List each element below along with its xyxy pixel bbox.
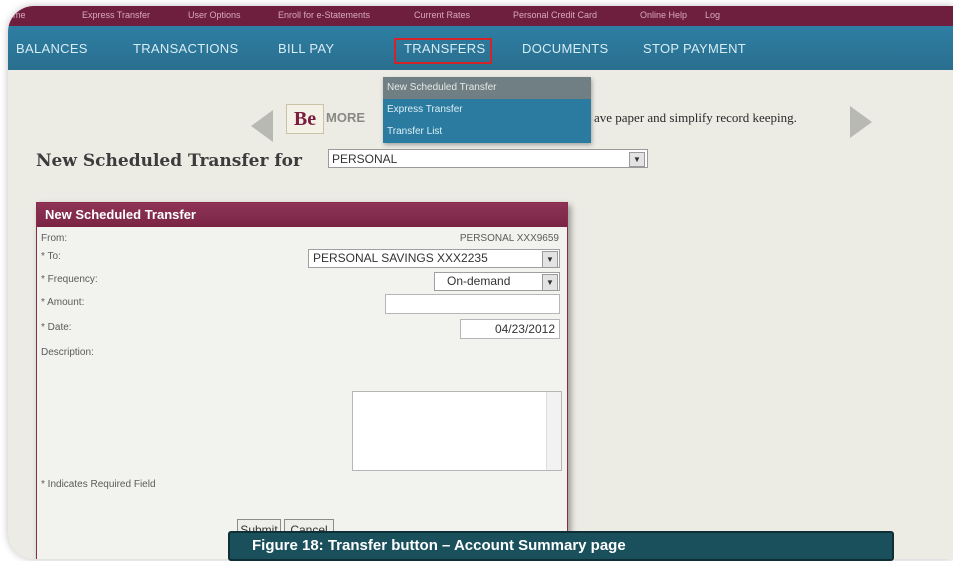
frequency-select[interactable]: On-demand ▼ — [434, 272, 560, 291]
browser-window: ome Express Transfer User Options Enroll… — [8, 6, 953, 559]
date-input[interactable]: 04/23/2012 — [460, 319, 560, 339]
chevron-down-icon[interactable]: ▼ — [542, 274, 558, 291]
frequency-label: * Frequency: — [41, 274, 98, 285]
account-select-value: PERSONAL — [332, 152, 398, 166]
description-textarea[interactable] — [352, 391, 562, 471]
from-value: PERSONAL XXX9659 — [459, 233, 559, 244]
account-select[interactable]: PERSONAL ▼ — [328, 149, 648, 168]
util-link-estatements[interactable]: Enroll for e-Statements — [278, 10, 370, 20]
main-nav: BALANCES TRANSACTIONS BILL PAY TRANSFERS… — [8, 26, 953, 70]
be-logo: Be — [286, 104, 324, 134]
tab-balances[interactable]: BALANCES — [16, 41, 88, 56]
to-account-value: PERSONAL SAVINGS XXX2235 — [313, 251, 488, 265]
utility-nav: ome Express Transfer User Options Enroll… — [8, 6, 953, 26]
util-link-user-options[interactable]: User Options — [188, 10, 241, 20]
banner-prev-arrow-icon[interactable] — [251, 110, 273, 142]
banner-next-arrow-icon[interactable] — [850, 106, 872, 138]
frequency-value: On-demand — [447, 274, 511, 288]
tab-documents[interactable]: DOCUMENTS — [522, 41, 608, 56]
menu-item-express-transfer[interactable]: Express Transfer — [383, 99, 591, 121]
util-link-online-help[interactable]: Online Help — [640, 10, 687, 20]
panel-title: New Scheduled Transfer — [37, 203, 567, 227]
page-title: New Scheduled Transfer for — [36, 151, 302, 171]
menu-item-new-scheduled-transfer[interactable]: New Scheduled Transfer — [383, 77, 591, 99]
banner-text: ave paper and simplify record keeping. — [594, 110, 797, 125]
to-label: * To: — [41, 251, 61, 262]
amount-input[interactable] — [385, 294, 560, 314]
from-label: From: — [41, 233, 68, 244]
tab-bill-pay[interactable]: BILL PAY — [278, 41, 334, 56]
new-transfer-panel: New Scheduled Transfer From: PERSONAL XX… — [36, 202, 568, 559]
textarea-scrollbar[interactable] — [546, 392, 561, 470]
banner-more-text: MORE — [326, 110, 365, 125]
required-note: * Indicates Required Field — [41, 479, 156, 490]
tab-transfers[interactable]: TRANSFERS — [404, 41, 485, 56]
menu-item-transfer-list[interactable]: Transfer List — [383, 121, 591, 143]
amount-label: * Amount: — [41, 297, 85, 308]
figure-caption: Figure 18: Transfer button – Account Sum… — [228, 531, 894, 561]
chevron-down-icon[interactable]: ▼ — [542, 251, 558, 268]
util-link-current-rates[interactable]: Current Rates — [414, 10, 470, 20]
tab-stop-payment[interactable]: STOP PAYMENT — [643, 41, 746, 56]
to-account-select[interactable]: PERSONAL SAVINGS XXX2235 ▼ — [308, 249, 560, 268]
description-label: Description: — [41, 347, 94, 358]
util-link-logout[interactable]: Log — [705, 10, 720, 20]
date-label: * Date: — [41, 322, 72, 333]
util-link-express-transfer[interactable]: Express Transfer — [82, 10, 150, 20]
tab-transactions[interactable]: TRANSACTIONS — [133, 41, 238, 56]
util-link-credit-card[interactable]: Personal Credit Card — [513, 10, 597, 20]
transfers-dropdown-menu: New Scheduled Transfer Express Transfer … — [383, 77, 591, 143]
chevron-down-icon[interactable]: ▼ — [629, 152, 645, 167]
util-link-home[interactable]: ome — [8, 10, 26, 20]
